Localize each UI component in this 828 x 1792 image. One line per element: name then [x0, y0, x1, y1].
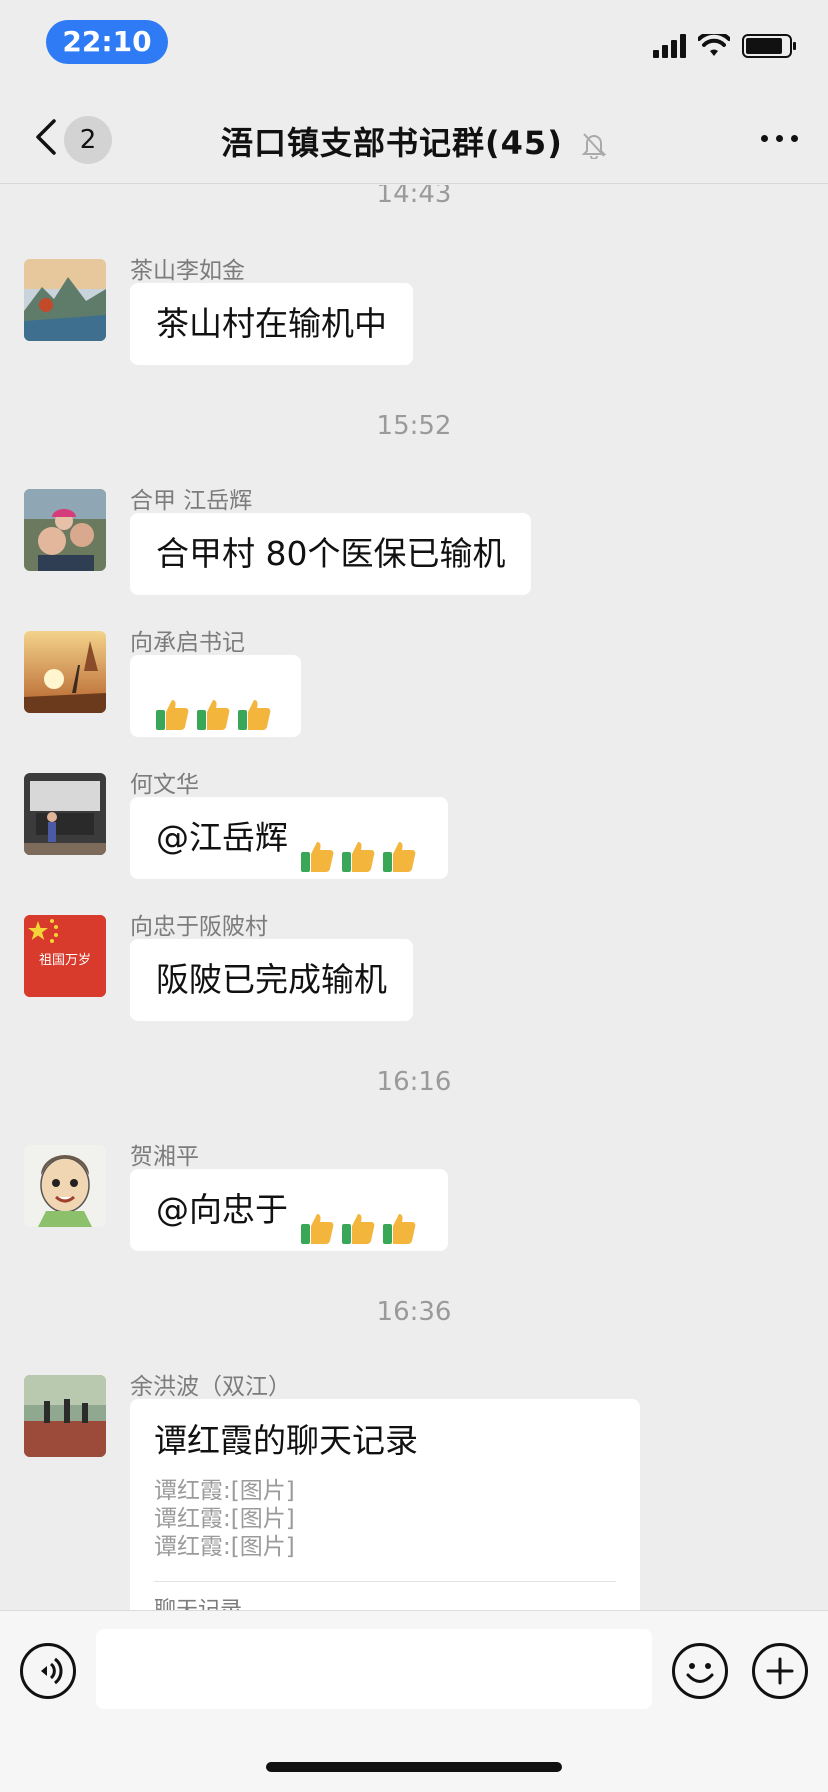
status-icons — [653, 34, 796, 58]
status-bar: 22:10 — [0, 0, 828, 90]
avatar[interactable] — [24, 259, 106, 341]
sender-name: 贺湘平 — [130, 1144, 199, 1170]
thumbs-up-icon — [236, 680, 272, 730]
message-input[interactable] — [96, 1629, 652, 1709]
battery-icon — [742, 34, 796, 58]
sender-name: 何文华 — [130, 772, 199, 798]
record-footer: 聊天记录 — [154, 1592, 616, 1610]
emoji-button[interactable] — [672, 1643, 728, 1699]
voice-icon — [41, 1657, 63, 1685]
nav-bar: 2 浯口镇支部书记群(45) — [0, 90, 828, 184]
avatar[interactable] — [24, 1375, 106, 1457]
thumbs-up-icon — [381, 822, 417, 872]
timestamp: 15:52 — [376, 411, 452, 441]
thumbs-up-icon — [340, 822, 376, 872]
sender-name: 向承启书记 — [130, 630, 245, 656]
avatar[interactable]: 祖国万岁 — [24, 915, 106, 997]
avatar[interactable] — [24, 773, 106, 855]
record-line: 谭红霞:[图片] — [154, 1506, 295, 1532]
timestamp: 14:43 — [376, 185, 452, 209]
message-bubble[interactable] — [130, 655, 301, 737]
sender-name: 余洪波（双江） — [130, 1374, 291, 1400]
smiley-icon — [686, 1663, 714, 1683]
chat-title: 浯口镇支部书记群(45) — [221, 124, 563, 162]
plus-icon — [766, 1657, 794, 1685]
sender-name: 合甲 江岳辉 — [130, 488, 253, 514]
message-bubble[interactable]: 合甲村 80个医保已输机 — [130, 513, 532, 595]
message-bubble[interactable]: 茶山村在输机中 — [130, 283, 413, 365]
avatar-text: 祖国万岁 — [38, 953, 91, 968]
message-bubble[interactable]: @江岳辉 — [130, 797, 448, 879]
timestamp: 16:16 — [376, 1067, 452, 1097]
thumbs-up-icon — [195, 680, 231, 730]
status-time[interactable]: 22:10 — [46, 20, 168, 64]
record-line: 谭红霞:[图片] — [154, 1478, 295, 1504]
wifi-icon — [698, 34, 730, 56]
thumbs-up-icon — [381, 1194, 417, 1244]
message-text: @江岳辉 — [156, 818, 299, 857]
avatar[interactable] — [24, 489, 106, 571]
home-indicator[interactable] — [266, 1762, 562, 1772]
thumbs-up-icon — [299, 822, 335, 872]
chat-record-card[interactable]: 谭红霞的聊天记录 谭红霞:[图片] 谭红霞:[图片] 谭红霞:[图片] 聊天记录 — [130, 1399, 640, 1610]
chat-area[interactable]: 14:43 茶山李如金 茶山村在输机中 15:52 合甲 江岳辉 合甲村 80个… — [0, 185, 828, 1610]
chat-title-area[interactable]: 浯口镇支部书记群(45) — [0, 118, 828, 164]
message-bubble[interactable]: 阪陂已完成输机 — [130, 939, 413, 1021]
divider — [154, 1581, 616, 1582]
thumbs-up-icon — [154, 680, 190, 730]
message-bubble[interactable]: @向忠于 — [130, 1169, 448, 1251]
message-text: @向忠于 — [156, 1190, 299, 1229]
record-title: 谭红霞的聊天记录 — [154, 1421, 418, 1460]
avatar[interactable] — [24, 631, 106, 713]
voice-button[interactable] — [20, 1643, 76, 1699]
thumbs-up-icon — [340, 1194, 376, 1244]
sender-name: 向忠于阪陂村 — [130, 914, 268, 940]
signal-icon — [653, 34, 686, 58]
sender-name: 茶山李如金 — [130, 258, 245, 284]
avatar[interactable] — [24, 1145, 106, 1227]
timestamp: 16:36 — [376, 1297, 452, 1327]
plus-button[interactable] — [752, 1643, 808, 1699]
thumbs-up-icon — [299, 1194, 335, 1244]
mute-bell-icon — [581, 133, 607, 159]
record-line: 谭红霞:[图片] — [154, 1534, 295, 1560]
more-button[interactable] — [761, 118, 798, 158]
